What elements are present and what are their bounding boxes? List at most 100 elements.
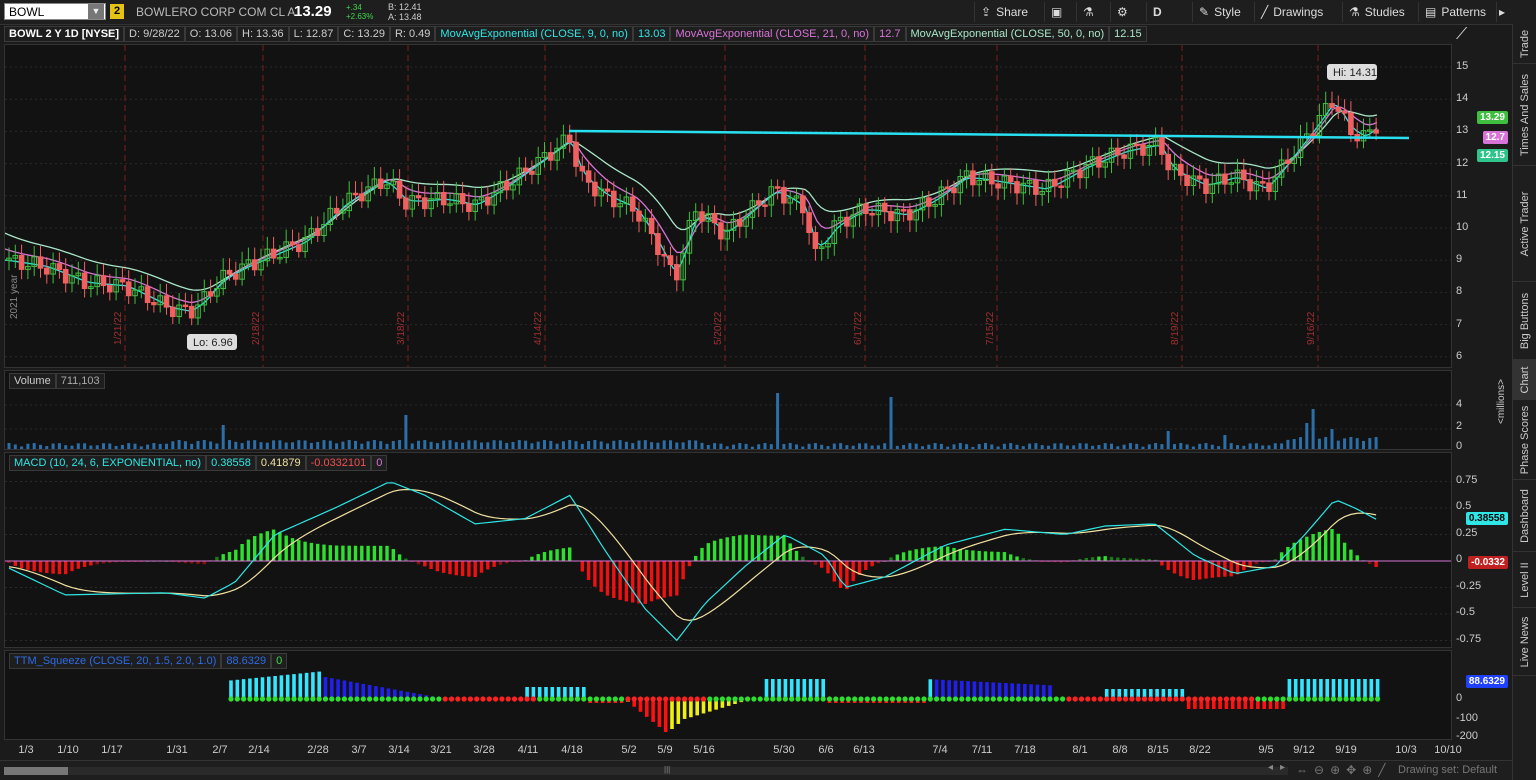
squeeze-dot <box>1041 696 1047 702</box>
date-axis[interactable]: 1/3 1/10 1/17 1/31 2/7 2/14 2/28 3/7 3/14 3/21 3/2… <box>4 740 1461 760</box>
macd-panel[interactable]: MACD (10, 24, 6, EXPONENTIAL, no) 0.38558… <box>4 452 1452 648</box>
macd-tick: 0.5 <box>1456 500 1472 512</box>
ema9-label[interactable]: MovAvgExponential (CLOSE, 9, 0, no) <box>435 26 633 42</box>
macd-histogram-bar <box>681 561 685 580</box>
volume-axis[interactable]: 4 2 0 <millions> <box>1452 370 1508 452</box>
volume-bar <box>480 442 483 449</box>
sidebar-tab-trade[interactable]: Trade <box>1513 24 1536 64</box>
expand-arrows-icon[interactable]: ⇔ <box>1296 763 1314 777</box>
squeeze-dot <box>1299 696 1305 702</box>
squeeze-dot <box>398 696 404 702</box>
sidebar-tab-chart[interactable]: Chart <box>1513 360 1536 400</box>
squeeze-histogram-bar <box>1356 679 1361 699</box>
patterns-button[interactable]: ▤ Patterns <box>1418 2 1494 22</box>
volume-bar <box>669 440 672 449</box>
volume-chart[interactable] <box>5 371 1451 449</box>
chart-title[interactable]: BOWL 2 Y 1D [NYSE] <box>4 26 125 42</box>
candle-body <box>661 254 668 257</box>
squeeze-dot <box>518 696 524 702</box>
zoom-controls[interactable]: ⇔⊖⊕✥⊕╱ <box>1296 763 1391 777</box>
candle-body <box>125 281 132 297</box>
volume-value: 711,103 <box>55 373 105 389</box>
price-panel[interactable]: 1/21/22 2/18/22 3/18/22 4/14/22 5/20/22 6/17/… <box>4 44 1452 368</box>
ema50-label[interactable]: MovAvgExponential (CLOSE, 50, 0, no) <box>905 26 1110 42</box>
scroll-right-icon[interactable]: ▸ <box>1280 762 1285 773</box>
volume-bar <box>643 440 647 449</box>
price-axis[interactable]: 15 14 13 12 11 10 9 8 7 6 13.29 12.7 12.15 <box>1452 44 1508 368</box>
macd-histogram-bar <box>719 538 723 561</box>
year-label: 2021 year <box>9 274 20 319</box>
macd-chart[interactable] <box>5 453 1451 647</box>
sidebar-tab-big-buttons[interactable]: Big Buttons <box>1513 282 1536 360</box>
squeeze-dot <box>1324 696 1330 702</box>
squeeze-dot <box>530 696 537 702</box>
macd-label[interactable]: MACD (10, 24, 6, EXPONENTIAL, no) <box>9 455 207 471</box>
squeeze-axis[interactable]: 88.6329 0 -100 -200 <box>1452 650 1508 742</box>
volume-bar <box>1273 443 1277 449</box>
settings-button[interactable]: ⚙ <box>1110 2 1144 22</box>
sidebar-tab-active-trader[interactable]: Active Trader <box>1513 166 1536 282</box>
volume-bar <box>1135 443 1139 449</box>
drawings-button[interactable]: ╱ Drawings <box>1254 2 1338 22</box>
macd-histogram-bar <box>89 561 93 566</box>
squeeze-histogram-bar <box>330 678 334 699</box>
style-button[interactable]: ✎ Style <box>1192 2 1252 22</box>
sidebar-tab-times-and-sales[interactable]: Times And Sales <box>1513 64 1536 166</box>
share-button[interactable]: ⇪ Share <box>974 2 1044 22</box>
sidebar-tab-level-ii[interactable]: Level II <box>1513 552 1536 608</box>
sidebar-tab-phase-scores[interactable]: Phase Scores <box>1513 400 1536 480</box>
style-icon: ✎ <box>1199 5 1210 19</box>
drawing-set-label[interactable]: Drawing set: Default <box>1398 764 1497 776</box>
squeeze-label[interactable]: TTM_Squeeze (CLOSE, 20, 1.5, 2.0, 1.0) <box>9 653 222 669</box>
price-chart[interactable]: 1/21/22 2/18/22 3/18/22 4/14/22 5/20/22 6/17/… <box>5 45 1451 367</box>
aggregation-button[interactable]: D <box>1146 2 1186 22</box>
zoom-in-icon[interactable]: ⊕ <box>1330 763 1346 777</box>
squeeze-panel[interactable]: TTM_Squeeze (CLOSE, 20, 1.5, 2.0, 1.0) 88… <box>4 650 1452 740</box>
candle-body <box>100 275 107 287</box>
date-tick: 1/3 <box>18 744 34 756</box>
squeeze-dot <box>845 696 852 702</box>
sidebar-tab-label: Chart <box>1519 366 1531 393</box>
date-tick: 9/19 <box>1335 744 1357 756</box>
symbol-dropdown-icon[interactable]: ▼ <box>88 4 104 19</box>
snapshot-button[interactable]: ▣ <box>1044 2 1074 22</box>
volume-bar <box>152 443 156 449</box>
macd-histogram-bar <box>360 545 364 561</box>
macd-histogram-bar <box>618 561 622 600</box>
horizontal-scrollbar[interactable]: ||| <box>4 765 1288 775</box>
drawing-tool-icon[interactable]: ⟋ <box>1456 26 1467 44</box>
crosshair-icon[interactable]: ⊕ <box>1362 763 1378 777</box>
macd-axis[interactable]: 0.75 0.5 0.25 0 -0.25 -0.5 -0.75 0.38558 -0.03… <box>1452 452 1508 648</box>
link-badge[interactable]: 2 <box>110 4 124 19</box>
studies-button[interactable]: ⚗ Studies <box>1342 2 1414 22</box>
scrollbar-thumb[interactable] <box>4 767 68 775</box>
zoom-out-icon[interactable]: ⊖ <box>1314 763 1330 777</box>
squeeze-dot <box>625 696 631 702</box>
date-tick: 1/31 <box>166 744 188 756</box>
macd-histogram-bar <box>309 542 314 561</box>
expand-icon[interactable]: ▸ <box>1496 2 1512 22</box>
squeeze-histogram-bar <box>966 681 970 699</box>
volume-bar <box>57 443 61 449</box>
macd-histogram-bar <box>1342 542 1347 561</box>
drawing-pen-icon[interactable]: ╱ <box>1378 763 1391 777</box>
volume-bar <box>807 443 811 449</box>
squeeze-dot <box>1129 696 1135 702</box>
sidebar-tab-live-news[interactable]: Live News <box>1513 608 1536 676</box>
squeeze-dot <box>291 696 297 702</box>
macd-histogram-bar <box>454 561 458 576</box>
candle-body <box>566 134 573 143</box>
volume-panel[interactable]: Volume 711,103 <box>4 370 1452 450</box>
pan-icon[interactable]: ✥ <box>1346 763 1362 777</box>
ema21-label[interactable]: MovAvgExponential (CLOSE, 21, 0, no) <box>670 26 875 42</box>
squeeze-dot <box>511 696 518 702</box>
volume-bar <box>694 440 698 449</box>
volume-label[interactable]: Volume <box>9 373 56 389</box>
squeeze-dot <box>322 696 329 702</box>
sidebar-tab-dashboard[interactable]: Dashboard <box>1513 480 1536 552</box>
volume-bar <box>1091 445 1095 449</box>
scroll-left-icon[interactable]: ◂ <box>1268 762 1273 773</box>
volume-bar <box>1015 444 1019 449</box>
flask-button[interactable]: ⚗ <box>1076 2 1108 22</box>
squeeze-histogram-bar <box>808 679 813 699</box>
